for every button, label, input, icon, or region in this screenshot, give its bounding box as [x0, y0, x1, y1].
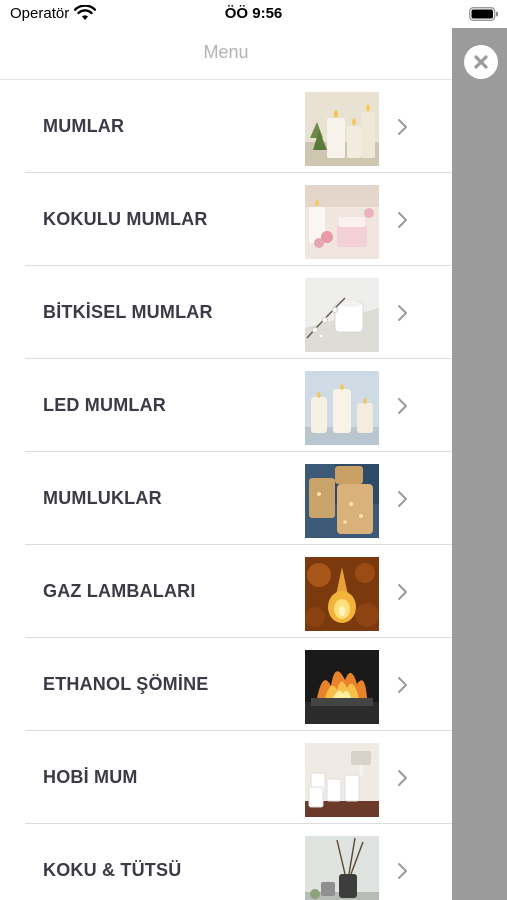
- status-bar: Operatör ÖÖ 9:56: [0, 0, 507, 28]
- menu-item-label: KOKULU MUMLAR: [43, 209, 208, 229]
- menu-item-kokulu-mumlar[interactable]: KOKULU MUMLAR: [25, 173, 452, 266]
- status-time: ÖÖ 9:56: [224, 5, 283, 22]
- menu-item-label: KOKU & TÜTSÜ: [43, 860, 182, 880]
- menu-item-mumluklar[interactable]: MUMLUKLAR: [25, 452, 452, 545]
- close-icon: [474, 55, 488, 69]
- menu-item-gaz-lambalari[interactable]: GAZ LAMBALARI: [25, 545, 452, 638]
- close-button[interactable]: [464, 45, 498, 79]
- menu-item-ethanol-somine[interactable]: ETHANOL ŞÖMİNE: [25, 638, 452, 731]
- ethanol-fireplace-thumbnail: [305, 650, 379, 724]
- menu-item-label: LED MUMLAR: [43, 395, 166, 415]
- menu-item-bitkisel-mumlar[interactable]: BİTKİSEL MUMLAR: [25, 266, 452, 359]
- chevron-right-icon: [398, 491, 407, 507]
- scent-incense-thumbnail: [305, 836, 379, 900]
- candle-holders-thumbnail: [305, 464, 379, 538]
- menu-item-label: MUMLAR: [43, 116, 125, 136]
- menu-item-koku-tutsu[interactable]: KOKU & TÜTSÜ: [25, 824, 452, 900]
- menu-title: Menu: [203, 42, 249, 62]
- menu-item-label: MUMLUKLAR: [43, 488, 162, 508]
- chevron-right-icon: [398, 863, 407, 879]
- led-candles-thumbnail: [305, 371, 379, 445]
- herbal-candles-thumbnail: [305, 278, 379, 352]
- menu-header: Menu: [0, 28, 452, 80]
- menu-panel: Menu MUMLAR KOKULU MUMLAR BİTKİSEL MUMLA…: [0, 28, 452, 900]
- scented-candles-thumbnail: [305, 185, 379, 259]
- chevron-right-icon: [398, 212, 407, 228]
- menu-list: MUMLAR KOKULU MUMLAR BİTKİSEL MUMLAR LED…: [0, 80, 452, 900]
- menu-item-label: HOBİ MUM: [43, 767, 138, 787]
- chevron-right-icon: [398, 770, 407, 786]
- menu-item-mumlar[interactable]: MUMLAR: [25, 80, 452, 173]
- hobby-candle-thumbnail: [305, 743, 379, 817]
- menu-item-label: BİTKİSEL MUMLAR: [43, 302, 213, 322]
- menu-item-label: GAZ LAMBALARI: [43, 581, 196, 601]
- menu-item-hobi-mum[interactable]: HOBİ MUM: [25, 731, 452, 824]
- chevron-right-icon: [398, 584, 407, 600]
- battery-icon: [469, 7, 498, 21]
- chevron-right-icon: [398, 398, 407, 414]
- dim-overlay[interactable]: [452, 28, 507, 900]
- chevron-right-icon: [398, 305, 407, 321]
- menu-item-label: ETHANOL ŞÖMİNE: [43, 674, 209, 694]
- chevron-right-icon: [398, 119, 407, 135]
- gas-lamps-thumbnail: [305, 557, 379, 631]
- menu-item-led-mumlar[interactable]: LED MUMLAR: [25, 359, 452, 452]
- candles-thumbnail: [305, 92, 379, 166]
- chevron-right-icon: [398, 677, 407, 693]
